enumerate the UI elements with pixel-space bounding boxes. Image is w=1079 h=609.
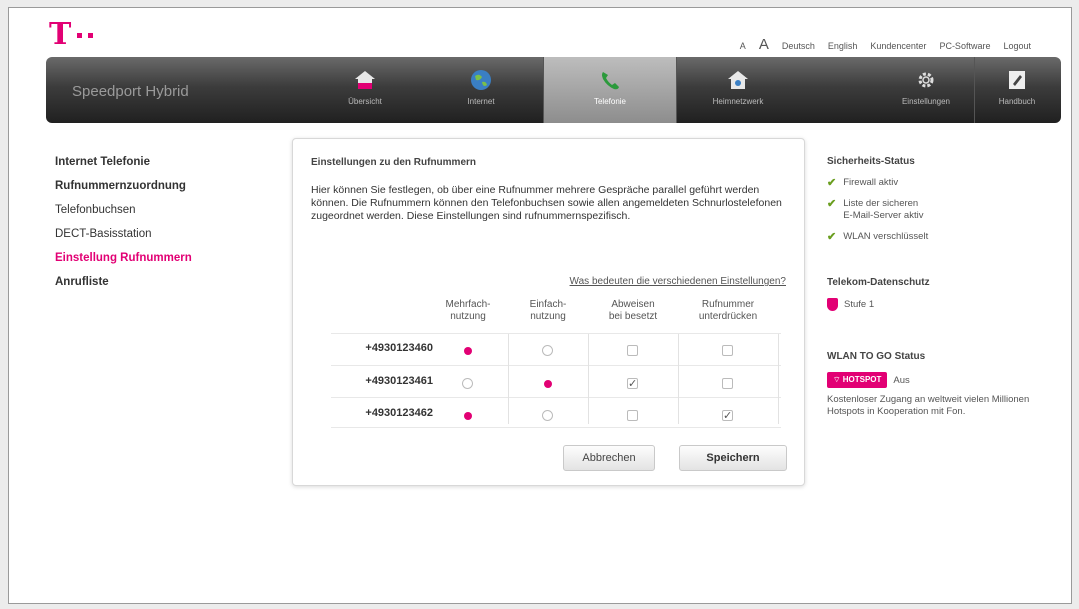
nav-label: Einstellungen bbox=[901, 97, 951, 106]
nav-label: Telefonie bbox=[593, 97, 627, 106]
brand-name: Speedport Hybrid bbox=[72, 83, 189, 100]
browser-frame: T A A Deutsch English Kundencenter PC-So… bbox=[8, 7, 1072, 604]
sidebar-item-rufnummernzuordnung[interactable]: Rufnummernzuordnung bbox=[55, 180, 192, 192]
check-icon: ✔ bbox=[827, 231, 837, 243]
column-divider bbox=[778, 334, 779, 424]
column-header-unterdruecken: Rufnummer unterdrücken bbox=[698, 299, 758, 322]
nav-item-internet[interactable]: Internet bbox=[426, 57, 536, 123]
manual-icon bbox=[1009, 71, 1025, 89]
top-links: A A Deutsch English Kundencenter PC-Soft… bbox=[740, 36, 1031, 53]
column-divider bbox=[588, 334, 589, 424]
checkbox-abweisen[interactable] bbox=[627, 410, 638, 421]
radio-mehrfach[interactable] bbox=[464, 347, 472, 355]
hotspot-row: ⌔ HOTSPOT Aus bbox=[827, 372, 1057, 388]
wlan-to-go-title: WLAN TO GO Status bbox=[827, 351, 926, 362]
status-item: ✔ Firewall aktiv bbox=[827, 177, 899, 189]
table-divider bbox=[331, 397, 781, 398]
nav-label: Internet bbox=[467, 97, 495, 106]
link-kundencenter[interactable]: Kundencenter bbox=[870, 41, 926, 51]
checkbox-unterdruecken[interactable] bbox=[722, 378, 733, 389]
nav-separator bbox=[974, 57, 975, 123]
font-small-button[interactable]: A bbox=[740, 41, 746, 51]
status-item: ✔ Liste der sicheren E-Mail-Server aktiv bbox=[827, 198, 924, 221]
checkbox-unterdruecken[interactable] bbox=[722, 345, 733, 356]
radio-mehrfach[interactable] bbox=[462, 378, 473, 389]
privacy-title: Telekom-Datenschutz bbox=[827, 277, 930, 288]
nav-item-heimnetzwerk[interactable]: Heimnetzwerk bbox=[678, 57, 798, 123]
column-header-mehrfach: Mehrfach-nutzung bbox=[445, 299, 491, 322]
sidebar-item-internet-telefonie[interactable]: Internet Telefonie bbox=[55, 156, 192, 168]
shield-icon bbox=[827, 298, 838, 311]
help-link[interactable]: Was bedeuten die verschiedenen Einstellu… bbox=[570, 276, 786, 287]
nav-label: Heimnetzwerk bbox=[712, 97, 764, 106]
checkbox-unterdruecken[interactable]: ✓ bbox=[722, 410, 733, 422]
radio-einfach[interactable] bbox=[542, 345, 553, 356]
phone-icon bbox=[602, 72, 619, 90]
phone-number: +4930123461 bbox=[365, 375, 433, 387]
column-divider bbox=[678, 334, 679, 424]
privacy-level[interactable]: Stufe 1 bbox=[827, 298, 1057, 311]
hotspot-badge[interactable]: ⌔ HOTSPOT bbox=[827, 372, 888, 388]
link-deutsch[interactable]: Deutsch bbox=[782, 41, 815, 51]
house-icon bbox=[355, 71, 375, 89]
globe-icon bbox=[471, 70, 491, 90]
nav-item-handbuch[interactable]: Handbuch bbox=[978, 57, 1056, 123]
link-pc-software[interactable]: PC-Software bbox=[939, 41, 990, 51]
logo-dot bbox=[88, 32, 94, 38]
save-button[interactable]: Speichern bbox=[679, 445, 787, 471]
font-large-button[interactable]: A bbox=[759, 36, 769, 53]
sidebar-item-einstellung-rufnummern[interactable]: Einstellung Rufnummern bbox=[55, 252, 192, 264]
nav-separator bbox=[676, 57, 677, 123]
table-divider bbox=[331, 427, 781, 428]
radio-einfach[interactable] bbox=[544, 380, 552, 388]
table-divider bbox=[331, 333, 781, 334]
panel-description: Hier können Sie festlegen, ob über eine … bbox=[311, 184, 782, 222]
column-header-abweisen: Abweisen bei besetzt bbox=[608, 299, 658, 322]
cancel-button[interactable]: Abbrechen bbox=[563, 445, 655, 471]
hotspot-description: Kostenloser Zugang an weltweit vielen Mi… bbox=[827, 394, 1030, 417]
radio-einfach[interactable] bbox=[542, 410, 553, 421]
sidebar-menu: Internet Telefonie Rufnummernzuordnung T… bbox=[55, 156, 192, 300]
column-divider bbox=[508, 334, 509, 424]
telekom-logo[interactable]: T bbox=[49, 17, 94, 52]
checkbox-abweisen[interactable] bbox=[627, 345, 638, 356]
logo-dot bbox=[77, 32, 83, 38]
radio-mehrfach[interactable] bbox=[464, 412, 472, 420]
status-item: ✔ WLAN verschlüsselt bbox=[827, 231, 929, 243]
hotspot-state: Aus bbox=[893, 374, 910, 386]
nav-item-uebersicht[interactable]: Übersicht bbox=[310, 57, 420, 123]
settings-panel: Einstellungen zu den Rufnummern Hier kön… bbox=[292, 138, 805, 486]
nav-item-telefonie[interactable]: Telefonie bbox=[544, 57, 676, 123]
phone-number: +4930123460 bbox=[365, 342, 433, 354]
link-english[interactable]: English bbox=[828, 41, 858, 51]
home-network-icon bbox=[728, 71, 748, 89]
nav-label: Handbuch bbox=[998, 97, 1036, 106]
gear-icon bbox=[918, 72, 934, 88]
panel-title: Einstellungen zu den Rufnummern bbox=[311, 157, 477, 168]
sidebar-item-dect-basisstation[interactable]: DECT-Basisstation bbox=[55, 228, 192, 240]
logo-t: T bbox=[49, 17, 72, 52]
sidebar-item-anrufliste[interactable]: Anrufliste bbox=[55, 276, 192, 288]
nav-label: Übersicht bbox=[348, 97, 382, 106]
sidebar-item-telefonbuchsen[interactable]: Telefonbuchsen bbox=[55, 204, 192, 216]
check-icon: ✔ bbox=[827, 198, 837, 210]
phone-number: +4930123462 bbox=[365, 407, 433, 419]
link-logout[interactable]: Logout bbox=[1003, 41, 1031, 51]
wifi-icon: ⌔ bbox=[833, 375, 843, 384]
check-icon: ✔ bbox=[827, 177, 837, 189]
status-column: Sicherheits-Status ✔ Firewall aktiv ✔ Li… bbox=[827, 156, 1057, 418]
security-status-title: Sicherheits-Status bbox=[827, 156, 915, 167]
table-divider bbox=[331, 365, 781, 366]
main-nav: Speedport Hybrid Übersicht Internet Tele… bbox=[46, 57, 1061, 123]
nav-item-einstellungen[interactable]: Einstellungen bbox=[881, 57, 971, 123]
checkbox-abweisen[interactable]: ✓ bbox=[627, 378, 638, 390]
column-header-einfach: Einfach-nutzung bbox=[529, 299, 567, 322]
